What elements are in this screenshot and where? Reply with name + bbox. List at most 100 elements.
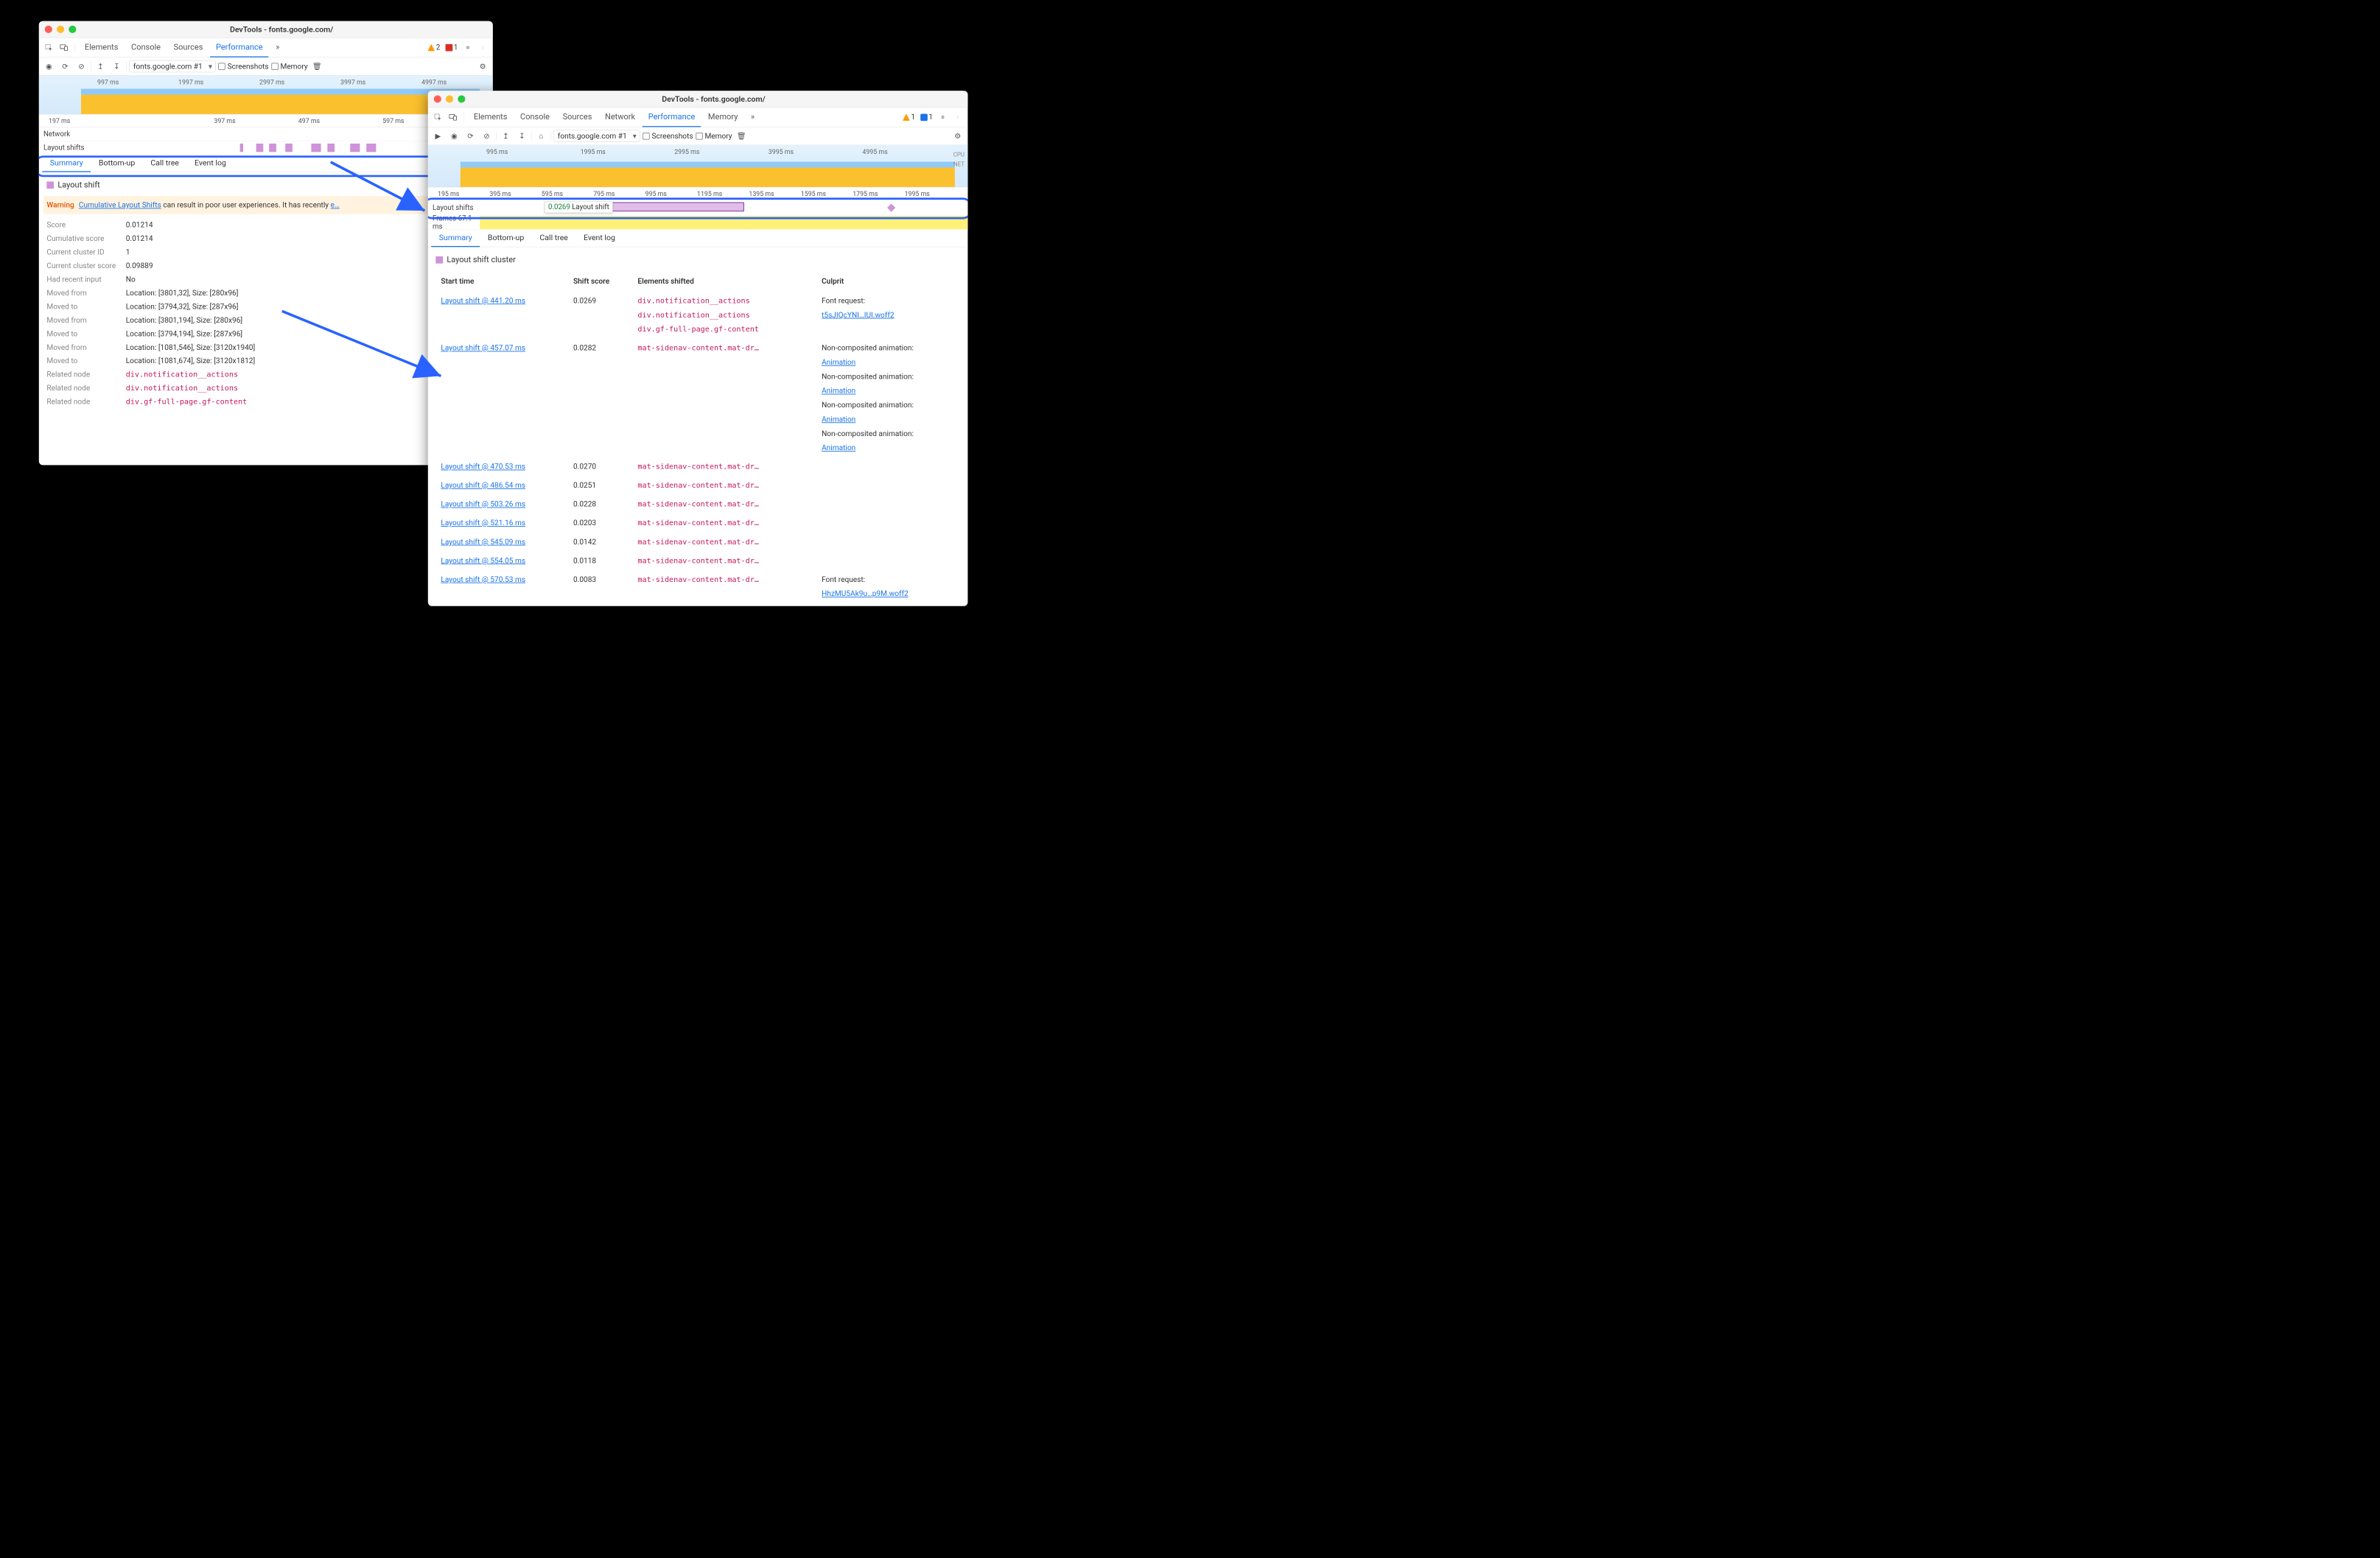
shift-link[interactable]: Layout shift @ 486.54 ms (441, 481, 525, 490)
settings-icon[interactable]: ⚙ (476, 60, 489, 73)
element-link[interactable]: div.notification__actions (637, 294, 811, 308)
close-icon[interactable] (434, 95, 441, 102)
shift-table: Start time Shift score Elements shifted … (435, 271, 959, 606)
record-icon[interactable]: ◉ (447, 129, 461, 142)
subtab-calltree[interactable]: Call tree (532, 229, 576, 247)
related-node-link[interactable]: div.gf-full-page.gf-content (126, 395, 248, 408)
zoom-icon[interactable] (458, 95, 465, 102)
clear-icon[interactable]: ⊘ (480, 129, 493, 142)
inspect-icon[interactable] (431, 110, 444, 124)
tab-elements[interactable]: Elements (79, 38, 124, 57)
network-track[interactable]: Network (39, 127, 493, 141)
time-ruler[interactable]: 197 ms 397 ms 497 ms 597 ms (39, 114, 493, 127)
tab-console[interactable]: Console (125, 38, 167, 57)
gc-icon[interactable]: 🗑 (310, 60, 323, 73)
shift-link[interactable]: Layout shift @ 521.16 ms (441, 519, 525, 527)
info-badge[interactable]: 1 (920, 113, 933, 122)
memory-checkbox[interactable]: Memory (271, 62, 307, 71)
cls-link[interactable]: Cumulative Layout Shifts (79, 200, 161, 209)
close-icon[interactable] (45, 26, 52, 33)
record-icon[interactable]: ◉ (42, 60, 55, 73)
upload-icon[interactable]: ↥ (499, 129, 512, 142)
clear-icon[interactable]: ⊘ (74, 60, 88, 73)
home-icon[interactable]: ⌂ (534, 129, 547, 142)
minimize-icon[interactable] (446, 95, 453, 102)
related-node-link[interactable]: div.notification__actions (126, 368, 238, 381)
warnings-badge[interactable]: 1 (903, 113, 915, 122)
element-link[interactable]: mat-sidenav-content.mat-dr… (637, 516, 811, 530)
tab-sources[interactable]: Sources (168, 38, 209, 57)
reload-icon[interactable]: ⟳ (463, 129, 477, 142)
time-ruler[interactable]: 195 ms 395 ms 595 ms 795 ms 995 ms 1195 … (428, 187, 968, 200)
element-link[interactable]: mat-sidenav-content.mat-dr… (637, 572, 811, 586)
kebab-icon[interactable]: ⋮ (951, 110, 965, 124)
device-toggle-icon[interactable] (57, 41, 70, 54)
download-icon[interactable]: ↧ (515, 129, 528, 142)
tab-more[interactable]: » (270, 38, 285, 57)
related-node-link[interactable]: div.notification__actions (126, 382, 238, 395)
minimize-icon[interactable] (57, 26, 64, 33)
element-link[interactable]: mat-sidenav-content.mat-dr… (637, 460, 811, 474)
tab-performance[interactable]: Performance (643, 108, 701, 127)
subtab-calltree[interactable]: Call tree (143, 155, 187, 172)
kebab-icon[interactable]: ⋮ (476, 41, 489, 54)
frames-track[interactable]: Frames 67.1 ms (428, 216, 968, 229)
tab-network[interactable]: Network (599, 108, 641, 127)
tab-console[interactable]: Console (514, 108, 556, 127)
culprit-link[interactable]: Animation (822, 358, 855, 367)
toggle-icon[interactable]: ▶ (431, 129, 444, 142)
screenshots-checkbox[interactable]: Screenshots (218, 62, 268, 71)
warnings-badge[interactable]: 2 (427, 43, 440, 52)
subtab-bottomup[interactable]: Bottom-up (91, 155, 142, 172)
gc-icon[interactable]: 🗑 (735, 129, 748, 142)
tab-more[interactable]: » (745, 108, 760, 127)
tab-elements[interactable]: Elements (468, 108, 513, 127)
overview-chart[interactable]: 997 ms 1997 ms 2997 ms 3997 ms 4997 ms (39, 76, 493, 115)
subtab-eventlog[interactable]: Event log (575, 229, 623, 247)
overview-chart[interactable]: 995 ms 1995 ms 2995 ms 3995 ms 4995 ms C… (428, 145, 968, 187)
settings-icon[interactable]: ⚙ (951, 129, 965, 142)
tooltip: 0.0269 Layout shift (545, 202, 612, 213)
titlebar: DevTools - fonts.google.com/ (39, 21, 493, 38)
tab-memory[interactable]: Memory (702, 108, 743, 127)
shift-link[interactable]: Layout shift @ 503.26 ms (441, 499, 525, 508)
shift-link[interactable]: Layout shift @ 554.05 ms (441, 556, 525, 565)
gear-icon[interactable]: ⚙ (936, 110, 949, 124)
reload-icon[interactable]: ⟳ (58, 60, 71, 73)
element-link[interactable]: div.notification__actions (637, 308, 811, 322)
element-link[interactable]: div.gf-full-page.gf-content (637, 322, 811, 336)
memory-checkbox[interactable]: Memory (696, 132, 732, 141)
subtab-summary[interactable]: Summary (42, 155, 91, 172)
zoom-icon[interactable] (69, 26, 76, 33)
element-link[interactable]: mat-sidenav-content.mat-dr… (637, 341, 811, 355)
culprit-link[interactable]: Animation (822, 443, 855, 452)
culprit-link[interactable]: HhzMU5Ak9u…p9M.woff2 (822, 589, 909, 598)
element-link[interactable]: mat-sidenav-content.mat-dr… (637, 478, 811, 492)
culprit-link[interactable]: Animation (822, 415, 855, 424)
upload-icon[interactable]: ↥ (94, 60, 107, 73)
shift-link[interactable]: Layout shift @ 570.53 ms (441, 575, 525, 584)
layout-shifts-track[interactable]: Layout shifts 0.0269 Layout shift (428, 200, 968, 216)
download-icon[interactable]: ↧ (110, 60, 123, 73)
subtab-summary[interactable]: Summary (431, 229, 480, 247)
culprit-link[interactable]: t5sJIQcYNI…IUI.woff2 (822, 311, 894, 320)
recording-select[interactable]: fonts.google.com #1 (553, 130, 640, 141)
shift-link[interactable]: Layout shift @ 545.09 ms (441, 538, 525, 547)
tab-performance[interactable]: Performance (210, 38, 268, 57)
detail-tabs: Summary Bottom-up Call tree Event log (428, 230, 968, 248)
culprit-link[interactable]: Animation (822, 386, 855, 395)
gear-icon[interactable]: ⚙ (461, 41, 475, 54)
device-toggle-icon[interactable] (446, 110, 459, 124)
shift-link[interactable]: Layout shift @ 470.53 ms (441, 462, 525, 471)
element-link[interactable]: mat-sidenav-content.mat-dr… (637, 554, 811, 568)
subtab-eventlog[interactable]: Event log (186, 155, 234, 172)
inspect-icon[interactable] (42, 41, 55, 54)
tab-sources[interactable]: Sources (557, 108, 598, 127)
errors-badge[interactable]: 1 (445, 43, 458, 52)
element-link[interactable]: mat-sidenav-content.mat-dr… (637, 535, 811, 549)
recording-select[interactable]: fonts.google.com #1 (129, 60, 216, 72)
element-link[interactable]: mat-sidenav-content.mat-dr… (637, 497, 811, 511)
subtab-bottomup[interactable]: Bottom-up (480, 229, 531, 247)
screenshots-checkbox[interactable]: Screenshots (643, 132, 693, 141)
perf-toolbar: ◉ ⟳ ⊘ ↥ ↧ fonts.google.com #1 Screenshot… (39, 57, 493, 76)
